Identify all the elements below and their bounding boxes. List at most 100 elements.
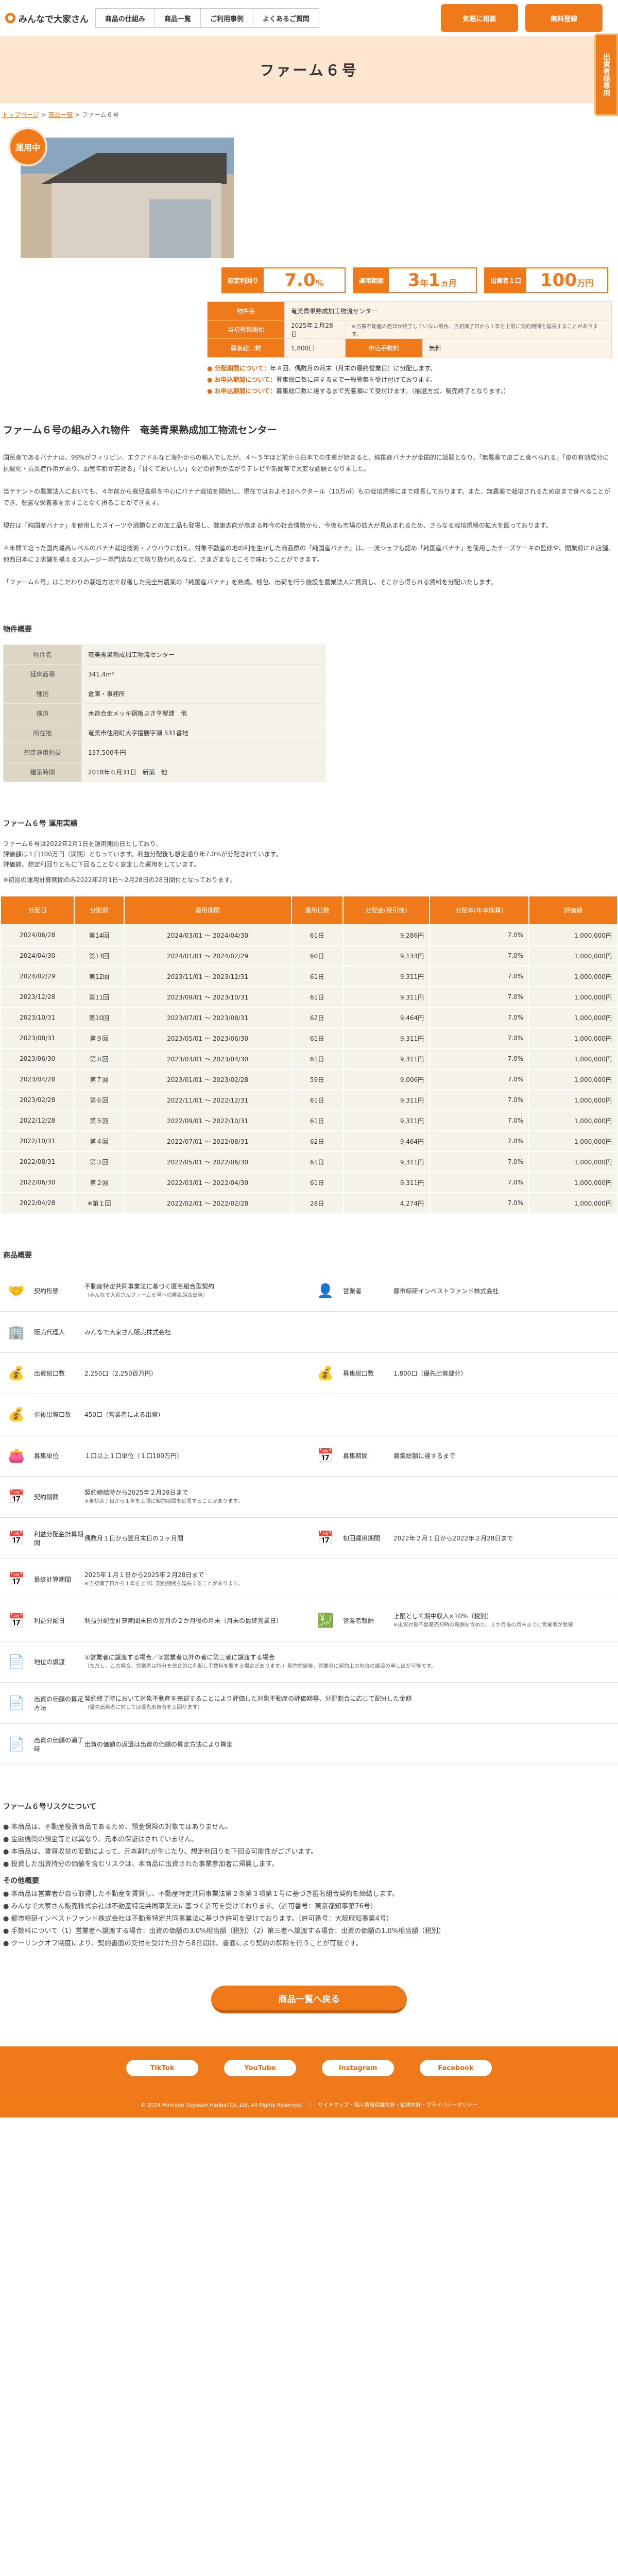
document-icon: 📄 bbox=[8, 1695, 25, 1711]
table-row: 2024/02/29 第12回 2023/11/01 ～ 2023/12/31 61日… bbox=[1, 967, 617, 986]
column-header: 運用期間 bbox=[124, 896, 291, 924]
table-cell: 9,311円 bbox=[343, 1152, 430, 1172]
investor-only-tab[interactable]: 出資者様専用 bbox=[594, 33, 618, 116]
property-photo bbox=[21, 138, 234, 258]
metric-unit-price: 出資者１口 100万円 bbox=[484, 267, 608, 293]
table-cell: 2023/02/28 bbox=[1, 1090, 74, 1110]
calendar-icon: 📅 bbox=[8, 1489, 25, 1505]
blank bbox=[314, 1570, 337, 1589]
instagram-link[interactable]: Instagram bbox=[322, 2060, 394, 2076]
register-button[interactable]: 無料登録 bbox=[525, 4, 603, 32]
value-note: （優先出資者に対しては優先出資者を上回ります） bbox=[84, 1704, 203, 1710]
breadcrumb-top[interactable]: トップページ bbox=[2, 111, 39, 118]
table-cell: 7.0% bbox=[430, 1152, 529, 1172]
value-text: 2025年１月１日から2025年２月28日まで bbox=[84, 1571, 204, 1579]
table-cell: 62日 bbox=[291, 1008, 342, 1027]
table-cell: 第10回 bbox=[75, 1008, 124, 1027]
logo[interactable]: みんなで大家さん bbox=[5, 12, 95, 25]
table-cell: 7.0% bbox=[430, 1090, 529, 1110]
table-row: 所在地 奄美市住用町大字摺勝字瀬 531番地 bbox=[3, 723, 325, 743]
product-item-value: 利益分配金計算期間末日の翌月の２か月後の月末（月末の最終営業日） bbox=[84, 1616, 304, 1625]
building-icon: 🏢 bbox=[8, 1324, 25, 1340]
metric-period: 運用期間 3年1ヵ月 bbox=[353, 267, 477, 293]
metrics-row: 想定利回り 7.0% 運用期間 3年1ヵ月 出資者１口 100万円 bbox=[221, 267, 618, 293]
table-cell: 1,000,000円 bbox=[529, 967, 617, 986]
product-item: 🏢 販売代理人 みんなで大家さん販売株式会社 bbox=[0, 1312, 309, 1353]
product-item-value: みんなで大家さん販売株式会社 bbox=[84, 1328, 304, 1337]
table-cell: 2023/07/01 ～ 2023/08/31 bbox=[124, 1008, 291, 1027]
table-cell: 9,286円 bbox=[343, 925, 430, 945]
calendar-icon: 📅 bbox=[317, 1530, 334, 1546]
blank bbox=[314, 1487, 337, 1507]
table-row: 構造 木造合金メッキ鋼板ぶき平屋建 他 bbox=[3, 703, 325, 723]
table-cell: 7.0% bbox=[430, 1193, 529, 1213]
value-text: 契約締結時から2025年２月28日まで bbox=[84, 1488, 188, 1496]
product-item-value: ①営業者に譲渡する場合／②営業者以外の者に第三者に譲渡する場合 （ただし、この場合… bbox=[84, 1653, 613, 1671]
description-paragraph: 国民食であるバナナは、99%がフィリピン、エクアドルなど海外からの輸入でしたが、… bbox=[3, 454, 609, 472]
table-cell: 2024/02/29 bbox=[1, 967, 74, 986]
site-header: みんなで大家さん 商品の仕組み 商品一覧 ご利用事例 よくあるご質問 気軽に相談… bbox=[0, 0, 618, 36]
product-item-label: 利益分配日 bbox=[34, 1617, 65, 1624]
table-cell: 第６回 bbox=[75, 1090, 124, 1110]
table-cell: 59日 bbox=[291, 1070, 342, 1089]
table-cell: 第２回 bbox=[75, 1173, 124, 1192]
table-cell: 7.0% bbox=[430, 1008, 529, 1027]
table-cell: 62日 bbox=[291, 1131, 342, 1151]
table-cell: 第13回 bbox=[75, 946, 124, 965]
breadcrumb-list[interactable]: 商品一覧 bbox=[48, 111, 73, 118]
product-item-value: 出資の価額の返還は出資の価額の算定方法により算定 bbox=[84, 1740, 613, 1749]
performance-table: 分配日 分配期 運用期間 運用日数 分配金(税引後) 分配率(年率換算) 評価額 2024/… bbox=[0, 895, 618, 1214]
table-cell: 7.0% bbox=[430, 1131, 529, 1151]
product-item: 💹 営業者報酬 上限として期中収入×10%（税別） ※出資対象不動産売却時の報酬を含め… bbox=[309, 1600, 618, 1641]
table-cell: 1,000,000円 bbox=[529, 1028, 617, 1048]
back-to-list-button[interactable]: 商品一覧へ戻る bbox=[211, 1986, 407, 2013]
table-cell: 1,000,000円 bbox=[529, 1131, 617, 1151]
product-item-label: 地位の譲渡 bbox=[34, 1658, 65, 1666]
value-note: ※出資対象不動産売却時の報酬を含めた、２か月後の月末までに営業者が受領 bbox=[393, 1622, 573, 1628]
product-item-value: 2,250口（2,250百万円） bbox=[84, 1369, 304, 1378]
risk-list: ● 本商品は、不動産投資商品であるため、預金保険の対象ではありません。 ● 金融機… bbox=[3, 1822, 615, 1870]
table-row: 2023/04/28 第７回 2023/01/01 ～ 2023/02/28 59日 9… bbox=[1, 1070, 617, 1089]
consult-button[interactable]: 気軽に相談 bbox=[441, 4, 518, 32]
nav-item-cases[interactable]: ご利用事例 bbox=[200, 8, 254, 28]
nav-item-product-list[interactable]: 商品一覧 bbox=[154, 8, 201, 28]
nav-item-mechanism[interactable]: 商品の仕組み bbox=[95, 8, 156, 28]
table-cell: 2022/03/01 ～ 2022/04/30 bbox=[124, 1173, 291, 1192]
table-cell: 7.0% bbox=[430, 987, 529, 1007]
value-text: 不動産特定共同事業法に基づく匿名組合型契約 bbox=[84, 1282, 215, 1290]
table-cell: 9,006円 bbox=[343, 1070, 430, 1089]
table-row: 物件名 奄美青果熟成加工物流センター bbox=[3, 645, 325, 665]
facebook-link[interactable]: Facebook bbox=[420, 2060, 492, 2076]
risk-item: ● 投資した出資持分の価値を含むリスクは、本商品に出資された事業参加者に帰属しま… bbox=[3, 1860, 279, 1868]
other-item: ● 本商品は営業者が自ら取得した不動産を賃貸し、不動産特定共同事業法第２条第３項… bbox=[3, 1890, 399, 1898]
other-item: ● クーリングオフ制度により、契約書面の交付を受けた日から8日間は、書面により契… bbox=[3, 1940, 363, 1947]
product-item: 📅 利益分配日 利益分配金計算期間末日の翌月の２か月後の月末（月末の最終営業日） bbox=[0, 1600, 309, 1641]
breadcrumb: トップページ > 商品一覧 > ファーム６号 bbox=[2, 111, 119, 118]
column-header: 分配率(年率換算) bbox=[430, 896, 529, 924]
tiktok-link[interactable]: TikTok bbox=[126, 2060, 198, 2076]
description-paragraph: ４年間で培った国内最高レベルのバナナ栽培技術・ノウハウに加え、対象不動産の地の利… bbox=[3, 545, 615, 563]
table-cell: 9,464円 bbox=[343, 1008, 430, 1027]
product-item-value: 都市綜研インベストファンド株式会社 bbox=[393, 1286, 613, 1296]
table-cell: 2022/10/31 bbox=[1, 1131, 74, 1151]
table-cell: 2022/07/01 ～ 2022/08/31 bbox=[124, 1131, 291, 1151]
table-row: 2024/06/28 第14回 2024/03/01 ～ 2024/04/30 61日… bbox=[1, 925, 617, 945]
product-item-value: 募集総額に達するまで bbox=[393, 1451, 613, 1461]
nav-item-faq[interactable]: よくあるご質問 bbox=[253, 8, 320, 28]
table-row: 2023/10/31 第10回 2023/07/01 ～ 2023/08/31 62日… bbox=[1, 1008, 617, 1027]
product-item: 📄 出資の価額の算定方法 契約終了時において対象不動産を売却することにより評価した対… bbox=[0, 1683, 618, 1724]
youtube-link[interactable]: YouTube bbox=[224, 2060, 296, 2076]
performance-title: ファーム６号 運用実績 bbox=[3, 820, 78, 828]
column-header: 分配期 bbox=[75, 896, 124, 924]
table-row: 2022/12/28 第５回 2022/09/01 ～ 2022/10/31 61日 9… bbox=[1, 1111, 617, 1130]
table-cell: 2024/01/01 ～ 2024/02/29 bbox=[124, 946, 291, 965]
table-cell: 1,000,000円 bbox=[529, 1173, 617, 1192]
product-item-label: 営業者報酬 bbox=[343, 1617, 374, 1624]
product-item-value: 2025年１月１日から2025年２月28日まで ※当初満了日から１年を上限に契約期… bbox=[84, 1570, 304, 1589]
product-item: 👤 営業者 都市綜研インベストファンド株式会社 bbox=[309, 1270, 618, 1312]
table-cell: 1,000,000円 bbox=[529, 1152, 617, 1172]
blank bbox=[314, 1323, 337, 1342]
logo-text: みんなで大家さん bbox=[19, 14, 89, 25]
other-item: ● 都市綜研インベストファンド株式会社は不動産特定共同事業法に基づき許可を受けて… bbox=[3, 1915, 393, 1923]
value-note: （みんなで大家さんファーム６号への匿名組合出資） bbox=[84, 1292, 208, 1298]
